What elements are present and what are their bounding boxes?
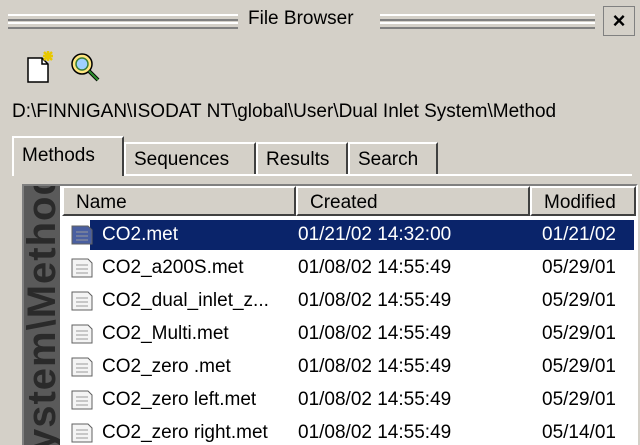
file-name: CO2_zero right.met	[102, 422, 268, 443]
magnifier-icon[interactable]	[68, 50, 100, 84]
method-file-icon	[71, 291, 93, 311]
method-file-icon	[71, 258, 93, 278]
new-document-icon[interactable]	[24, 50, 56, 84]
file-name: CO2_dual_inlet_z...	[102, 290, 269, 311]
tab-bar: Methods Sequences Results Search	[12, 136, 632, 176]
method-file-icon	[71, 324, 93, 344]
sidebar-caption: ystem\Method	[24, 186, 60, 445]
column-header-name[interactable]: Name	[62, 186, 296, 216]
file-modified: 05/29/01	[542, 323, 616, 344]
file-modified: 01/21/02	[542, 224, 616, 245]
file-modified: 05/29/01	[542, 389, 616, 410]
list-header: Name Created Modified	[62, 186, 636, 216]
file-list[interactable]: Name Created Modified CO2.met 01/21/02 14…	[62, 186, 636, 445]
file-modified: 05/29/01	[542, 257, 616, 278]
file-panel: ystem\Method Name Created Modified CO2.m…	[22, 184, 638, 445]
file-modified: 05/29/01	[542, 356, 616, 377]
tab-results[interactable]: Results	[256, 142, 348, 174]
title-grip-left-lower[interactable]	[8, 22, 238, 29]
tab-methods[interactable]: Methods	[12, 136, 124, 176]
file-row[interactable]: CO2_zero left.met 01/08/02 14:55:49 05/29/…	[62, 383, 636, 417]
file-name: CO2_zero .met	[102, 356, 231, 377]
method-file-icon	[71, 390, 93, 410]
column-header-modified[interactable]: Modified	[530, 186, 636, 216]
file-row[interactable]: CO2_dual_inlet_z... 01/08/02 14:55:49 05/2…	[62, 284, 636, 318]
window-title: File Browser	[248, 8, 354, 29]
file-created: 01/08/02 14:55:49	[298, 323, 452, 344]
method-file-icon	[71, 225, 93, 245]
title-bar: File Browser ×	[0, 0, 640, 40]
file-row[interactable]: CO2.met 01/21/02 14:32:00 01/21/02	[62, 218, 636, 252]
file-modified: 05/14/01	[542, 422, 616, 443]
method-file-icon	[71, 357, 93, 377]
file-modified: 05/29/01	[542, 290, 616, 311]
file-created: 01/08/02 14:55:49	[298, 356, 452, 377]
file-name: CO2_Multi.met	[102, 323, 229, 344]
file-created: 01/08/02 14:55:49	[298, 290, 452, 311]
file-created: 01/08/02 14:55:49	[298, 389, 452, 410]
file-row[interactable]: CO2_zero right.met 01/08/02 14:55:49 05/14…	[62, 416, 636, 445]
folder-sidebar: ystem\Method	[24, 186, 60, 445]
file-name: CO2.met	[102, 224, 179, 245]
file-created: 01/21/02 14:32:00	[298, 224, 452, 245]
file-row[interactable]: CO2_a200S.met 01/08/02 14:55:49 05/29/01	[62, 251, 636, 285]
current-path: D:\FINNIGAN\ISODAT NT\global\User\Dual I…	[12, 101, 557, 122]
file-created: 01/08/02 14:55:49	[298, 257, 452, 278]
tab-sequences[interactable]: Sequences	[124, 142, 256, 174]
title-grip-left[interactable]	[8, 14, 238, 21]
tab-search[interactable]: Search	[348, 142, 438, 174]
column-header-created[interactable]: Created	[296, 186, 530, 216]
file-row[interactable]: CO2_zero .met 01/08/02 14:55:49 05/29/01	[62, 350, 636, 384]
file-row[interactable]: CO2_Multi.met 01/08/02 14:55:49 05/29/01	[62, 317, 636, 351]
close-button[interactable]: ×	[603, 6, 635, 36]
title-grip-right[interactable]	[380, 14, 595, 21]
file-name: CO2_zero left.met	[102, 389, 257, 410]
file-created: 01/08/02 14:55:49	[298, 422, 452, 443]
title-grip-right-lower[interactable]	[380, 22, 595, 29]
method-file-icon	[71, 423, 93, 443]
file-name: CO2_a200S.met	[102, 257, 244, 278]
